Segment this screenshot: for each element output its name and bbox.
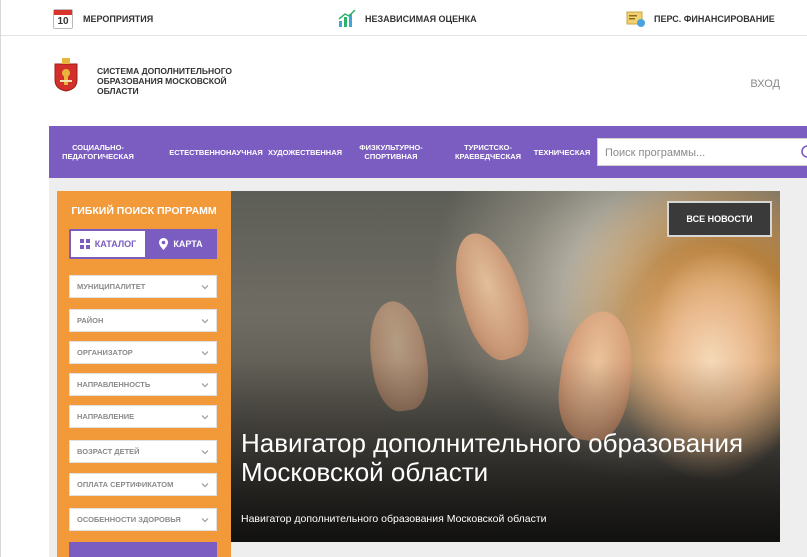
chevron-down-icon	[201, 483, 209, 488]
calendar-day: 10	[57, 16, 69, 27]
calendar-icon: 10	[53, 9, 73, 29]
chevron-down-icon	[201, 383, 209, 388]
select-label: ОСОБЕННОСТИ ЗДОРОВЬЯ	[77, 515, 181, 524]
nav-natural-science[interactable]: ЕСТЕСТВЕННОНАУЧНАЯ	[169, 126, 262, 178]
hero-banner[interactable]: ВСЕ НОВОСТИ Навигатор дополнительного об…	[231, 191, 780, 542]
hero-title: Навигатор дополнительного образования Мо…	[241, 428, 744, 487]
district-select[interactable]: РАЙОН	[69, 309, 217, 332]
select-label: ВОЗРАСТ ДЕТЕЙ	[77, 447, 140, 456]
certificate-payment-select[interactable]: ОПЛАТА СЕРТИФИКАТОМ	[69, 473, 217, 496]
direction-select[interactable]: НАПРАВЛЕНИЕ	[69, 405, 217, 428]
independent-rating-link[interactable]: НЕЗАВИСИМАЯ ОЦЕНКА	[337, 8, 477, 30]
tab-map-label: КАРТА	[173, 239, 203, 249]
search-input[interactable]	[605, 144, 795, 162]
program-search	[597, 138, 807, 166]
category-nav: СОЦИАЛЬНО- ПЕДАГОГИЧЕСКАЯ ЕСТЕСТВЕННОНАУ…	[49, 126, 807, 178]
page: 10 МЕРОПРИЯТИЯ НЕЗАВИСИМАЯ ОЦЕНКА ПЕРС. …	[0, 0, 807, 557]
nav-technical[interactable]: ТЕХНИЧЕСКАЯ	[529, 126, 595, 178]
chevron-down-icon	[201, 285, 209, 290]
organizer-select[interactable]: ОРГАНИЗАТОР	[69, 341, 217, 364]
personal-funding-link[interactable]: ПЕРС. ФИНАНСИРОВАНИЕ	[626, 8, 775, 30]
tab-map[interactable]: КАРТА	[145, 229, 217, 259]
municipality-select[interactable]: МУНИЦИПАЛИТЕТ	[69, 275, 217, 298]
site-brand-title[interactable]: СИСТЕМА ДОПОЛНИТЕЛЬНОГО ОБРАЗОВАНИЯ МОСК…	[97, 66, 257, 96]
select-label: ОРГАНИЗАТОР	[77, 348, 133, 357]
personal-funding-label: ПЕРС. ФИНАНСИРОВАНИЕ	[654, 14, 775, 24]
hero-subtitle: Навигатор дополнительного образования Мо…	[241, 513, 547, 525]
events-label: МЕРОПРИЯТИЯ	[83, 14, 154, 24]
nav-tourism-local-history[interactable]: ТУРИСТСКО- КРАЕВЕДЧЕСКАЯ	[445, 126, 531, 178]
moscow-region-crest-logo[interactable]	[53, 58, 79, 92]
map-pin-icon	[159, 238, 169, 250]
select-label: МУНИЦИПАЛИТЕТ	[77, 282, 146, 291]
select-label: НАПРАВЛЕННОСТЬ	[77, 380, 151, 389]
brand-line: ОБЛАСТИ	[97, 86, 139, 96]
tab-catalog-label: КАТАЛОГ	[94, 239, 137, 249]
chevron-down-icon	[201, 415, 209, 420]
nav-physical-sport[interactable]: ФИЗКУЛЬТУРНО- СПОРТИВНАЯ	[349, 126, 433, 178]
find-button[interactable]	[69, 542, 217, 557]
search-icon[interactable]	[799, 143, 807, 163]
grid-icon	[79, 239, 90, 249]
orientation-select[interactable]: НАПРАВЛЕННОСТЬ	[69, 373, 217, 396]
view-toggle: КАТАЛОГ КАРТА	[69, 229, 217, 259]
brand-line: ОБРАЗОВАНИЯ МОСКОВСКОЙ	[97, 76, 227, 86]
nav-artistic[interactable]: ХУДОЖЕСТВЕННАЯ	[263, 126, 347, 178]
chevron-down-icon	[201, 319, 209, 324]
select-label: РАЙОН	[77, 316, 104, 325]
top-bar: 10 МЕРОПРИЯТИЯ НЕЗАВИСИМАЯ ОЦЕНКА ПЕРС. …	[1, 0, 807, 36]
events-link[interactable]: 10 МЕРОПРИЯТИЯ	[53, 8, 153, 30]
brand-line: СИСТЕМА ДОПОЛНИТЕЛЬНОГО	[97, 66, 233, 76]
select-label: ОПЛАТА СЕРТИФИКАТОМ	[77, 480, 174, 489]
certificate-icon	[626, 11, 645, 27]
select-label: НАПРАВЛЕНИЕ	[77, 412, 135, 421]
flexible-search-panel: ГИБКИЙ ПОИСК ПРОГРАММ КАТАЛОГ КАРТА МУНИ…	[57, 191, 231, 557]
independent-rating-label: НЕЗАВИСИМАЯ ОЦЕНКА	[365, 14, 477, 24]
bar-chart-icon	[338, 9, 356, 27]
health-features-select[interactable]: ОСОБЕННОСТИ ЗДОРОВЬЯ	[69, 508, 217, 531]
all-news-button[interactable]: ВСЕ НОВОСТИ	[667, 201, 772, 237]
login-link[interactable]: ВХОД	[750, 78, 780, 90]
site-header: СИСТЕМА ДОПОЛНИТЕЛЬНОГО ОБРАЗОВАНИЯ МОСК…	[1, 37, 807, 125]
tab-catalog[interactable]: КАТАЛОГ	[71, 231, 145, 257]
chevron-down-icon	[201, 450, 209, 455]
chevron-down-icon	[201, 518, 209, 523]
panel-title: ГИБКИЙ ПОИСК ПРОГРАММ	[71, 205, 217, 217]
chevron-down-icon	[201, 351, 209, 356]
nav-social-pedagogical[interactable]: СОЦИАЛЬНО- ПЕДАГОГИЧЕСКАЯ	[55, 126, 141, 178]
child-age-select[interactable]: ВОЗРАСТ ДЕТЕЙ	[69, 440, 217, 463]
hero-photo-hand	[442, 224, 540, 368]
